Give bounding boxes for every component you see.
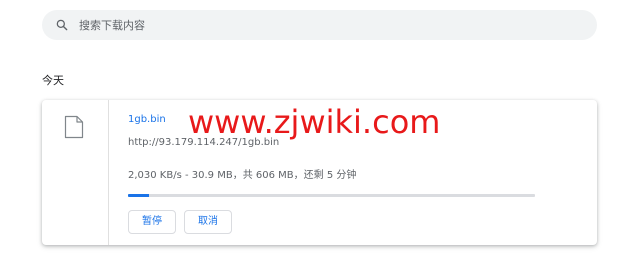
pause-button[interactable]: 暂停 [128,210,176,234]
watermark-text: www.zjwiki.com [188,103,441,141]
download-card: 1gb.bin http://93.179.114.247/1gb.bin ww… [42,100,597,245]
cancel-button[interactable]: 取消 [184,210,232,234]
download-status: 2,030 KB/s - 30.9 MB，共 606 MB，还剩 5 分钟 [128,170,357,181]
search-bar[interactable] [42,10,597,40]
search-icon [56,19,68,31]
file-name-link[interactable]: 1gb.bin [128,114,166,125]
file-icon-column [42,100,109,245]
file-icon [64,115,84,139]
date-group-heading: 今天 [42,74,64,87]
download-details: 1gb.bin http://93.179.114.247/1gb.bin ww… [128,100,577,245]
search-input[interactable] [79,10,579,40]
progress-bar-fill [128,194,149,197]
progress-bar [128,194,535,197]
